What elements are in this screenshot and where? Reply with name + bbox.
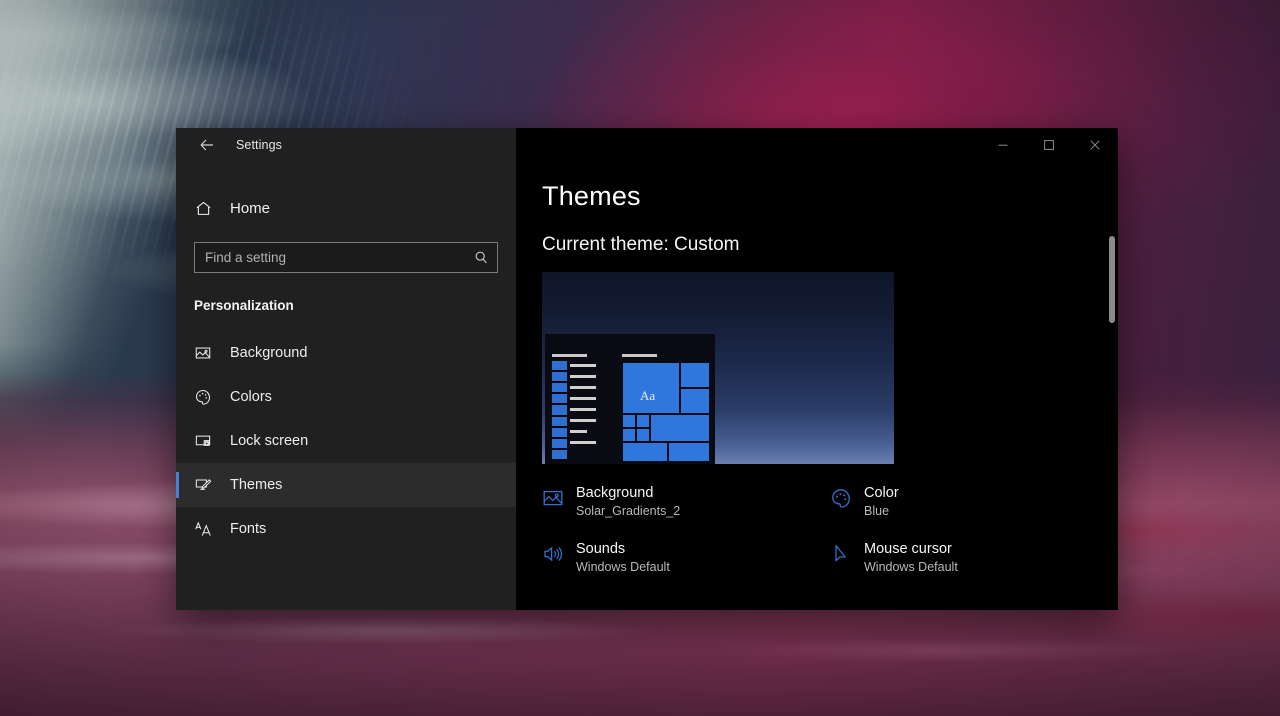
sidebar-section-header: Personalization <box>194 298 516 313</box>
sidebar-item-label: Lock screen <box>230 433 308 449</box>
settings-window: Settings Home <box>176 128 1118 610</box>
setting-value: Windows Default <box>864 560 958 574</box>
sidebar-item-fonts[interactable]: Fonts <box>176 507 516 551</box>
maximize-icon[interactable] <box>1026 128 1072 162</box>
current-theme-label: Current theme: Custom <box>542 234 1118 256</box>
setting-value: Windows Default <box>576 560 670 574</box>
setting-title: Sounds <box>576 541 625 557</box>
setting-value: Blue <box>864 504 899 518</box>
sidebar-item-themes[interactable]: Themes <box>176 463 516 507</box>
setting-card-background[interactable]: Background Solar_Gradients_2 <box>542 484 830 518</box>
picture-icon <box>194 344 224 362</box>
sidebar-nav-list: Background Colors <box>176 331 516 551</box>
themes-icon <box>194 476 224 494</box>
preview-tile <box>636 414 650 428</box>
palette-icon <box>830 484 864 509</box>
home-icon <box>194 199 224 218</box>
theme-settings-grid: Background Solar_Gradients_2 <box>542 484 1118 574</box>
preview-tile <box>650 414 710 442</box>
content-body: Themes Current theme: Custom <box>516 162 1118 574</box>
search-icon[interactable] <box>474 250 489 265</box>
preview-tile <box>622 414 636 428</box>
setting-title: Background <box>576 485 653 501</box>
page-title: Themes <box>542 181 1118 212</box>
setting-title: Mouse cursor <box>864 541 952 557</box>
preview-tile <box>622 442 668 462</box>
settings-content: Themes Current theme: Custom <box>516 128 1118 610</box>
preview-tile <box>680 388 710 414</box>
theme-preview-thumbnail[interactable]: Aa <box>542 272 894 464</box>
close-icon[interactable] <box>1072 128 1118 162</box>
sidebar-item-label: Colors <box>230 389 272 405</box>
fonts-icon <box>194 520 224 539</box>
setting-card-color[interactable]: Color Blue <box>830 484 1118 518</box>
window-title-bar[interactable] <box>516 128 1118 162</box>
search-box[interactable] <box>194 242 498 273</box>
content-scrollbar[interactable] <box>1109 166 1115 606</box>
preview-left-rail <box>552 361 567 459</box>
sidebar-item-home[interactable]: Home <box>176 188 516 228</box>
preview-tile <box>680 362 710 388</box>
preview-tile-large: Aa <box>622 362 680 414</box>
setting-card-sounds[interactable]: Sounds Windows Default <box>542 540 830 574</box>
desktop-wallpaper: Settings Home <box>0 0 1280 716</box>
sidebar-item-label: Fonts <box>230 521 266 537</box>
lock-screen-icon <box>194 432 224 450</box>
preview-start-menu: Aa <box>545 334 715 464</box>
cursor-icon <box>830 540 864 565</box>
search-input[interactable] <box>205 250 474 265</box>
sidebar-home-label: Home <box>230 200 270 217</box>
preview-menu-heading-bar <box>552 354 587 357</box>
window-title: Settings <box>236 138 282 152</box>
preview-tile-group-heading <box>622 354 657 357</box>
minimize-icon[interactable] <box>980 128 1026 162</box>
preview-tile <box>622 428 636 442</box>
preview-app-list-lines <box>570 364 596 459</box>
picture-icon <box>542 484 576 509</box>
preview-tile-text: Aa <box>640 388 655 404</box>
preview-tile <box>668 442 710 462</box>
palette-icon <box>194 388 224 406</box>
preview-tile-group: Aa <box>622 362 710 462</box>
setting-value: Solar_Gradients_2 <box>576 504 680 518</box>
sidebar-item-label: Themes <box>230 477 282 493</box>
sidebar-title-bar[interactable]: Settings <box>176 128 516 162</box>
scrollbar-thumb[interactable] <box>1109 236 1115 323</box>
sidebar-item-background[interactable]: Background <box>176 331 516 375</box>
setting-title: Color <box>864 485 899 501</box>
setting-card-mouse-cursor[interactable]: Mouse cursor Windows Default <box>830 540 1118 574</box>
back-arrow-icon[interactable] <box>188 130 226 160</box>
sidebar-item-label: Background <box>230 345 307 361</box>
sidebar-item-lock-screen[interactable]: Lock screen <box>176 419 516 463</box>
settings-sidebar: Settings Home <box>176 128 516 610</box>
preview-tile <box>636 428 650 442</box>
speaker-icon <box>542 540 576 565</box>
sidebar-item-colors[interactable]: Colors <box>176 375 516 419</box>
